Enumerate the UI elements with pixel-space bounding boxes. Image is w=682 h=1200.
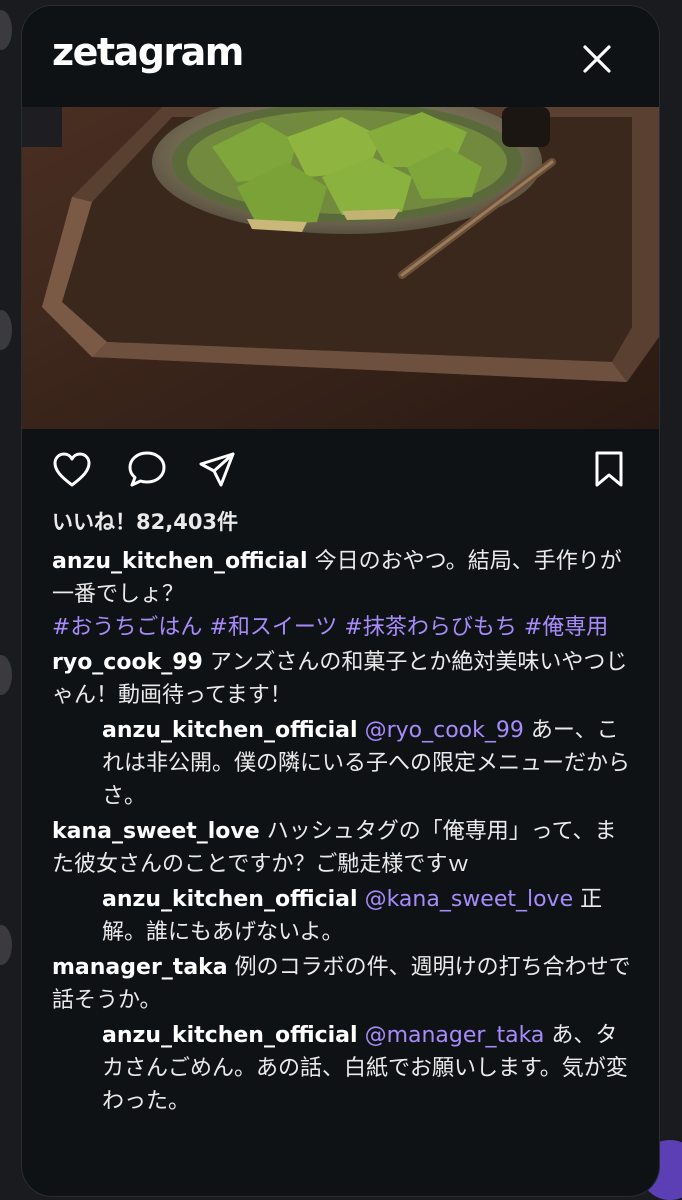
post-content: いいね！82,403件 anzu_kitchen_official 今日のおやつ… (52, 506, 634, 1120)
share-button[interactable] (197, 450, 237, 494)
background-avatar (0, 655, 12, 695)
post-caption: anzu_kitchen_official 今日のおやつ。結局、手作りが一番でし… (52, 545, 634, 644)
like-button[interactable] (52, 452, 92, 492)
like-count: いいね！82,403件 (52, 510, 239, 534)
comment-username[interactable]: anzu_kitchen_official (102, 718, 358, 743)
post-modal: zetagram いいね！82,403件 anzu_kitchen_offici… (22, 6, 659, 1196)
comment-username[interactable]: anzu_kitchen_official (102, 887, 358, 912)
comment: manager_taka 例のコラボの件、週明けの打ち合わせで話そうか。 (52, 951, 634, 1017)
background-avatar (0, 925, 12, 965)
comment: ryo_cook_99 アンズさんの和菓子とか絶対美味いやつじゃん！動画待ってま… (52, 646, 634, 712)
comment-username[interactable]: manager_taka (52, 955, 228, 980)
post-image (22, 107, 659, 429)
app-logo: zetagram (52, 30, 244, 74)
comment-button[interactable] (127, 450, 167, 492)
background-avatar (0, 310, 12, 350)
close-button[interactable] (580, 42, 614, 76)
heart-icon (53, 452, 91, 487)
save-button[interactable] (593, 450, 625, 492)
background-avatar (0, 10, 12, 50)
bookmark-icon (595, 451, 623, 487)
modal-header: zetagram (22, 6, 659, 106)
comment-username[interactable]: anzu_kitchen_official (102, 1023, 358, 1048)
comment-reply: anzu_kitchen_official @ryo_cook_99 あー、これ… (52, 714, 634, 813)
caption-username[interactable]: anzu_kitchen_official (52, 549, 308, 574)
comment-mention[interactable]: @ryo_cook_99 (365, 718, 524, 743)
caption-hashtags[interactable]: #おうちごはん #和スイーツ #抹茶わらびもち #俺専用 (52, 615, 608, 640)
comment: kana_sweet_love ハッシュタグの「俺専用」って、また彼女さんのこと… (52, 815, 634, 881)
comment-username[interactable]: ryo_cook_99 (52, 650, 203, 675)
send-icon (199, 452, 235, 487)
comment-username[interactable]: kana_sweet_love (52, 819, 260, 844)
comment-mention[interactable]: @manager_taka (365, 1023, 545, 1048)
comment-reply: anzu_kitchen_official @manager_taka あ、タカ… (52, 1019, 634, 1118)
comment-mention[interactable]: @kana_sweet_love (365, 887, 574, 912)
comment-icon (128, 451, 166, 487)
close-icon (583, 45, 611, 73)
post-photo (22, 107, 659, 429)
comment-reply: anzu_kitchen_official @kana_sweet_love 正… (52, 883, 634, 949)
post-actions (22, 444, 659, 494)
